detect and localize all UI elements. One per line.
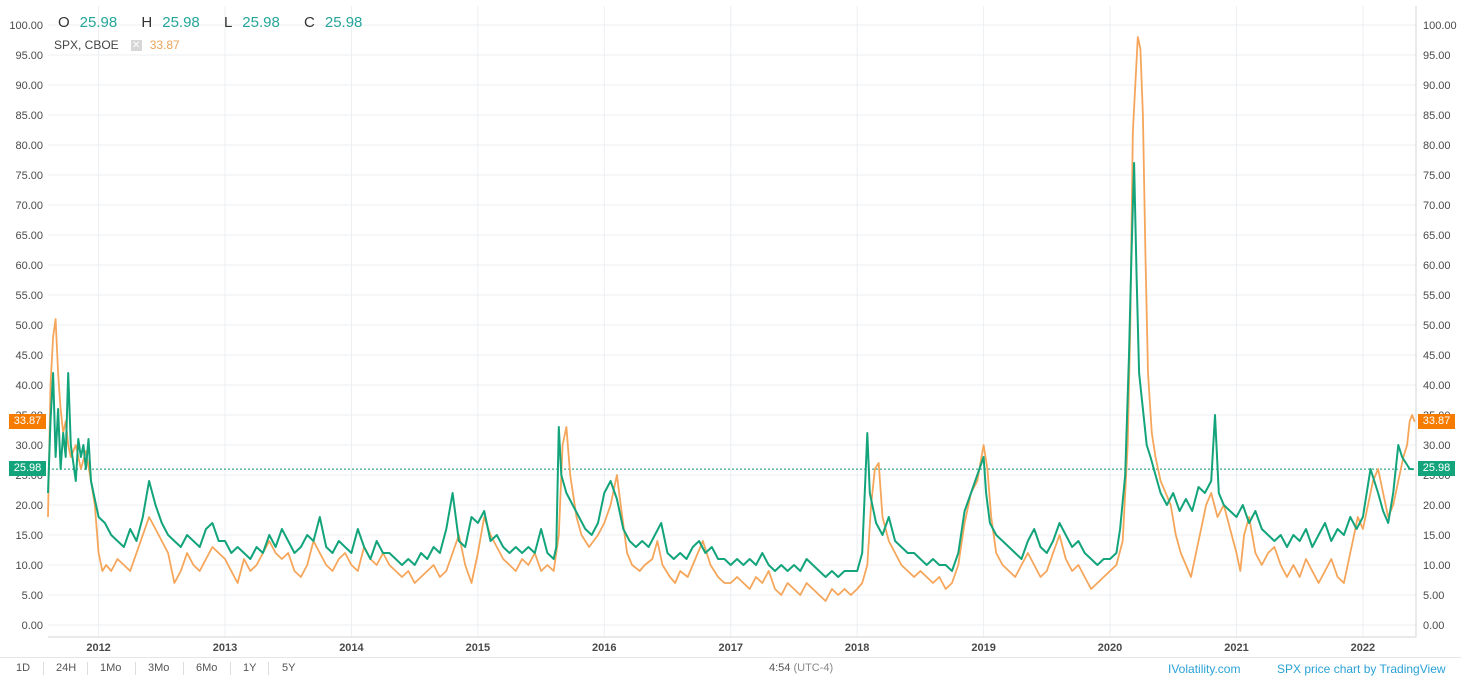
y-tick-label-right: 95.00: [1423, 50, 1451, 62]
timeframe-1mo[interactable]: 1Mo: [100, 662, 121, 674]
brand-tradingview-link[interactable]: SPX price chart by TradingView: [1277, 662, 1446, 676]
y-tick-label-right: 30.00: [1423, 440, 1451, 452]
y-tick-label-left: 55.00: [15, 290, 43, 302]
ohlc-low: L 25.98: [223, 14, 280, 31]
y-tick-label-left: 20.00: [15, 500, 43, 512]
x-tick-label: 2022: [1351, 642, 1375, 654]
x-tick-label: 2015: [466, 642, 490, 654]
y-tick-label-right: 45.00: [1423, 350, 1451, 362]
timeframe-3mo[interactable]: 3Mo: [148, 662, 169, 674]
y-tick-label-right: 100.00: [1423, 20, 1457, 32]
brand-ivolatility-link[interactable]: IVolatility.com: [1168, 662, 1240, 676]
y-tick-label-right: 50.00: [1423, 320, 1451, 332]
y-tick-label-right: 40.00: [1423, 380, 1451, 392]
x-tick-label: 2014: [339, 642, 364, 654]
y-tick-label-left: 95.00: [15, 50, 43, 62]
y-tick-label-left: 50.00: [15, 320, 43, 332]
y-tick-label-left: 60.00: [15, 260, 43, 272]
y-tick-label-right: 10.00: [1423, 560, 1451, 572]
timeframe-toolbar: 1D 24H 1Mo 3Mo 6Mo 1Y 5Y 4:54 (UTC-4) IV…: [0, 657, 1461, 680]
price-badge-orange-right: 33.87: [1418, 414, 1455, 429]
y-tick-label-left: 15.00: [15, 530, 43, 542]
legend-symbol-label: SPX, CBOE: [54, 38, 119, 52]
ohlc-readout: O 25.98 H 25.98 L 25.98 C 25.98: [58, 14, 382, 31]
y-tick-label-right: 5.00: [1423, 590, 1444, 602]
y-tick-label-right: 0.00: [1423, 620, 1444, 632]
price-badge-orange: 33.87: [9, 414, 46, 429]
y-tick-label-left: 65.00: [15, 230, 43, 242]
y-tick-label-left: 5.00: [22, 590, 43, 602]
y-tick-label-left: 10.00: [15, 560, 43, 572]
timeframe-24h[interactable]: 24H: [56, 662, 76, 674]
legend-symbol-value: 33.87: [149, 38, 180, 52]
y-tick-label-left: 40.00: [15, 380, 43, 392]
x-tick-label: 2021: [1224, 642, 1248, 654]
y-tick-label-left: 30.00: [15, 440, 43, 452]
clock-time: 4:54: [769, 662, 791, 674]
clock-timezone: (UTC-4): [793, 662, 834, 674]
close-icon[interactable]: ✕: [130, 39, 142, 51]
timeframe-5y[interactable]: 5Y: [282, 662, 295, 674]
divider: [87, 662, 88, 675]
y-tick-label-left: 85.00: [15, 110, 43, 122]
divider: [230, 662, 231, 675]
y-tick-label-right: 20.00: [1423, 500, 1451, 512]
y-tick-label-right: 90.00: [1423, 80, 1451, 92]
ohlc-close: C 25.98: [304, 14, 363, 31]
x-tick-label: 2019: [971, 642, 995, 654]
chart: 0.005.0010.0015.0020.0025.0030.0035.0040…: [0, 0, 1461, 679]
y-tick-label-left: 45.00: [15, 350, 43, 362]
y-tick-label-left: 90.00: [15, 80, 43, 92]
y-tick-label-left: 75.00: [15, 170, 43, 182]
price-badge-green-left: 25.98: [9, 461, 46, 476]
divider: [43, 662, 44, 675]
y-tick-label-right: 85.00: [1423, 110, 1451, 122]
x-tick-label: 2016: [592, 642, 616, 654]
x-tick-label: 2018: [845, 642, 869, 654]
price-badge-green-right: 25.98: [1418, 461, 1455, 476]
x-tick-label: 2013: [213, 642, 237, 654]
ohlc-high: H 25.98: [141, 14, 200, 31]
y-tick-label-left: 80.00: [15, 140, 43, 152]
timeframe-1d[interactable]: 1D: [16, 662, 30, 674]
y-tick-label-right: 75.00: [1423, 170, 1451, 182]
divider: [135, 662, 136, 675]
y-tick-label-right: 15.00: [1423, 530, 1451, 542]
x-tick-label: 2020: [1098, 642, 1122, 654]
clock-readout: 4:54 (UTC-4): [769, 662, 833, 674]
y-tick-label-left: 100.00: [9, 20, 43, 32]
timeframe-1y[interactable]: 1Y: [243, 662, 256, 674]
divider: [268, 662, 269, 675]
y-tick-label-right: 55.00: [1423, 290, 1451, 302]
y-tick-label-left: 0.00: [22, 620, 43, 632]
ohlc-open: O 25.98: [58, 14, 118, 31]
divider: [183, 662, 184, 675]
x-tick-label: 2012: [86, 642, 110, 654]
x-tick-label: 2017: [718, 642, 742, 654]
y-tick-label-right: 70.00: [1423, 200, 1451, 212]
y-tick-label-right: 80.00: [1423, 140, 1451, 152]
series-legend: SPX, CBOE ✕ 33.87: [54, 38, 180, 52]
timeframe-6mo[interactable]: 6Mo: [196, 662, 217, 674]
y-tick-label-left: 70.00: [15, 200, 43, 212]
y-tick-label-right: 60.00: [1423, 260, 1451, 272]
y-tick-label-right: 65.00: [1423, 230, 1451, 242]
